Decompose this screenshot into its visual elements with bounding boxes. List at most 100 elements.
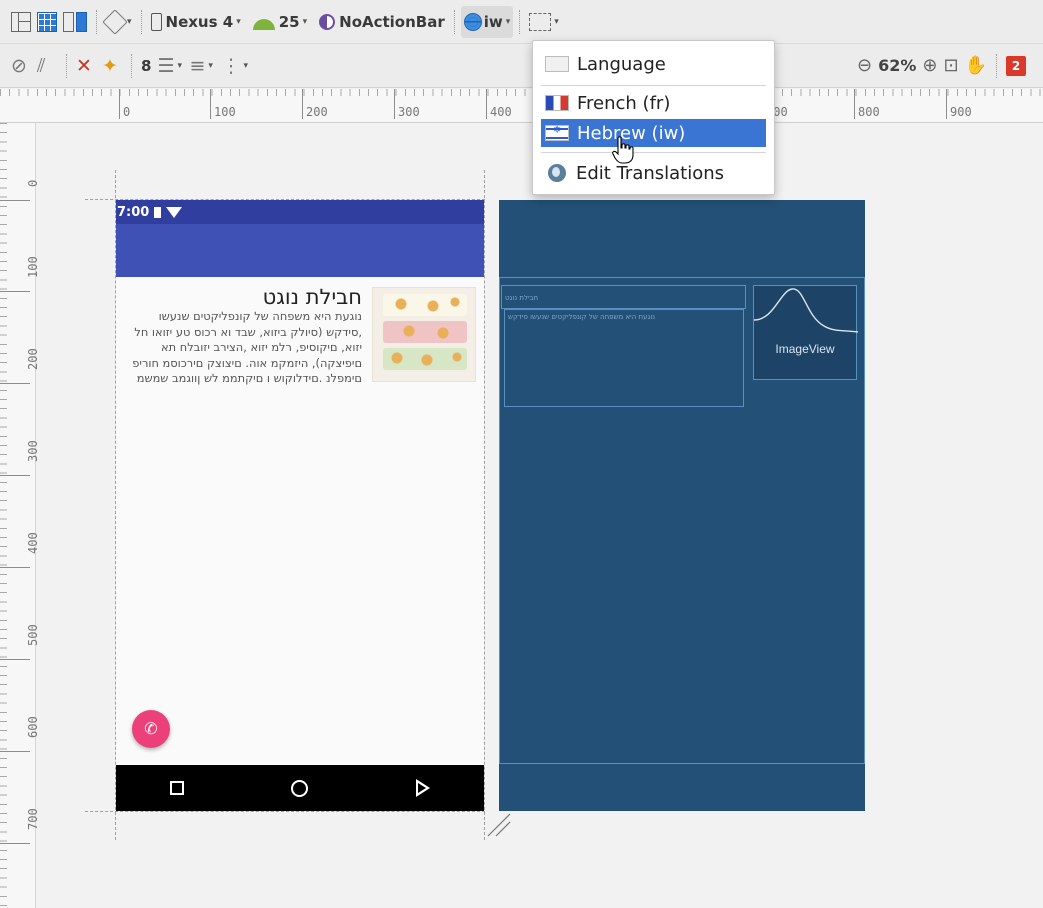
zoom-to-fit-icon: ⊡ bbox=[943, 55, 959, 76]
ruler-tick-label: 300 bbox=[398, 105, 420, 119]
fab-button[interactable]: ✆ bbox=[132, 710, 170, 748]
ruler-tick-label: 0 bbox=[123, 105, 131, 119]
infer-constraints-button[interactable]: ✦ bbox=[99, 50, 125, 82]
menu-item-french[interactable]: French (fr) bbox=[541, 89, 766, 117]
blueprint-title-box[interactable]: חבילת נוגט bbox=[501, 285, 746, 309]
device-preview[interactable]: 7:00 חבילת נוגט נוגעת היא משפחה של קונפל… bbox=[116, 200, 484, 811]
ruler-tick-label: 200 bbox=[306, 105, 328, 119]
layout-variants-button[interactable]: ▾ bbox=[526, 6, 562, 38]
language-menu: Language French (fr) Hebrew (iw) Edit Tr… bbox=[532, 40, 775, 195]
android-icon bbox=[252, 18, 275, 30]
globe-icon bbox=[463, 12, 482, 31]
ruler-tick: 500 bbox=[0, 624, 40, 660]
api-level-selector[interactable]: 25 ▾ bbox=[250, 6, 310, 38]
orientation-icon bbox=[102, 8, 128, 35]
ruler-tick-label: 100 bbox=[214, 105, 236, 119]
ruler-tick: 700 bbox=[0, 808, 40, 844]
error-count-badge: 2 bbox=[1006, 55, 1026, 76]
toolbar-divider bbox=[453, 9, 455, 34]
globe-icon bbox=[548, 164, 566, 182]
chevron-down-icon: ▾ bbox=[302, 16, 308, 27]
align-button[interactable]: ≡ ▾ bbox=[186, 50, 212, 82]
ruler-tick: 400 bbox=[0, 532, 40, 568]
device-selector[interactable]: Nexus 4 ▾ bbox=[148, 6, 244, 38]
recents-icon[interactable] bbox=[169, 781, 184, 795]
nougat-slice bbox=[383, 321, 467, 343]
ruler-tick: 800 bbox=[854, 89, 880, 119]
device-label: Nexus 4 bbox=[165, 12, 234, 31]
back-icon[interactable] bbox=[416, 779, 431, 797]
pan-button[interactable]: ✋ bbox=[962, 50, 990, 82]
item-title[interactable]: חבילת נוגט bbox=[263, 285, 362, 309]
locale-label: iw bbox=[483, 12, 503, 31]
split-view-icon bbox=[63, 11, 87, 32]
show-constraints-button[interactable]: ⊘ bbox=[8, 50, 34, 82]
autoconnect-button[interactable]: ⫽ bbox=[34, 50, 60, 82]
ruler-tick: 300 bbox=[394, 89, 420, 119]
layout-variants-icon bbox=[529, 12, 552, 31]
ruler-tick-label: 400 bbox=[490, 105, 512, 119]
clear-constraints-button[interactable]: ✕ bbox=[73, 50, 99, 82]
zoom-level: 62% bbox=[878, 56, 917, 75]
default-margin-value: 8 bbox=[141, 56, 152, 75]
zoom-in-icon: ⊕ bbox=[922, 55, 938, 76]
chevron-down-icon: ▾ bbox=[554, 16, 559, 27]
blueprint-view[interactable]: חבילת נוגט נוגעת היא משפחה של קונפליקטים… bbox=[499, 200, 865, 811]
zoom-in-button[interactable]: ⊕ bbox=[919, 50, 940, 82]
hide-constraints-icon: ⊘ bbox=[11, 54, 27, 77]
default-margin-button[interactable]: 8 bbox=[138, 50, 154, 82]
list-item[interactable]: חבילת נוגט נוגעת היא משפחה של קונפליקטים… bbox=[116, 277, 484, 407]
clear-constraints-icon: ✕ bbox=[76, 54, 92, 77]
guidelines-button[interactable]: ⋮ ▾ bbox=[218, 50, 248, 82]
blueprint-desc-hint: נוגעת היא משפחה של קונפליקטים שנעשו סידק… bbox=[508, 313, 656, 321]
ruler-tick: 100 bbox=[0, 256, 40, 292]
orientation-button[interactable]: ▾ bbox=[102, 6, 135, 38]
constraint-toolbar: ⊘ ⫽ ✕ ✦ 8 ☰ ▾ ≡ ▾ ⋮ ▾ ⊖ 62% ⊕ ⊡ ✋ 2 bbox=[0, 44, 1043, 88]
home-icon[interactable] bbox=[291, 779, 309, 797]
menu-divider bbox=[541, 85, 766, 86]
ruler-tick-label: 900 bbox=[950, 105, 972, 119]
blueprint-desc-box[interactable]: נוגעת היא משפחה של קונפליקטים שנעשו סידק… bbox=[504, 309, 744, 407]
menu-item-label: Language bbox=[577, 53, 666, 75]
ruler-tick: 0 bbox=[0, 180, 40, 201]
theme-icon bbox=[319, 13, 336, 30]
blueprint-title-hint: חבילת נוגט bbox=[505, 294, 539, 302]
zoom-out-icon: ⊖ bbox=[857, 55, 873, 76]
zoom-out-button[interactable]: ⊖ bbox=[854, 50, 875, 82]
item-description[interactable]: נוגעת היא משפחה של קונפליקטים שנעשו ,סיד… bbox=[122, 309, 362, 387]
menu-item-edit-translations[interactable]: Edit Translations bbox=[541, 159, 766, 187]
menu-item-label: Edit Translations bbox=[576, 162, 725, 184]
design-surface-button[interactable] bbox=[8, 6, 34, 38]
zoom-to-fit-button[interactable]: ⊡ bbox=[940, 50, 961, 82]
blueprint-button[interactable] bbox=[34, 6, 60, 38]
split-view-button[interactable] bbox=[60, 6, 90, 38]
ruler-tick: 400 bbox=[486, 89, 512, 119]
design-surface-icon bbox=[11, 11, 31, 32]
item-image[interactable] bbox=[372, 287, 476, 382]
menu-item-language-header: Language bbox=[541, 50, 766, 78]
chevron-down-icon: ▾ bbox=[208, 60, 213, 71]
ruler-tick-label: 800 bbox=[858, 105, 880, 119]
blueprint-imageview[interactable]: ImageView bbox=[753, 285, 858, 380]
nougat-slice bbox=[383, 294, 467, 316]
israel-flag-icon bbox=[545, 125, 569, 141]
toolbar-divider bbox=[996, 53, 997, 78]
horizontal-ruler: 0 100 200 300 400 500 600 700 800 900 bbox=[0, 89, 1043, 123]
pack-button[interactable]: ☰ ▾ bbox=[154, 50, 182, 82]
theme-selector[interactable]: NoActionBar bbox=[316, 6, 448, 38]
menu-item-hebrew[interactable]: Hebrew (iw) bbox=[541, 119, 766, 147]
chevron-down-icon: ▾ bbox=[505, 16, 511, 27]
guidelines-icon: ⋮ bbox=[221, 54, 241, 77]
locale-selector[interactable]: iw ▾ bbox=[460, 5, 514, 38]
toolbar-divider bbox=[140, 9, 142, 34]
resize-handle-icon[interactable] bbox=[486, 812, 512, 838]
status-bar: 7:00 bbox=[116, 200, 484, 224]
theme-label: NoActionBar bbox=[339, 12, 445, 31]
app-bar[interactable] bbox=[116, 224, 484, 277]
pack-icon: ☰ bbox=[157, 54, 175, 77]
issues-button[interactable]: 2 bbox=[1003, 50, 1029, 82]
ruler-tick: 200 bbox=[302, 89, 328, 119]
bounds-guide bbox=[85, 811, 485, 812]
chevron-down-icon: ▾ bbox=[127, 16, 132, 27]
phone-icon: ✆ bbox=[144, 719, 158, 738]
